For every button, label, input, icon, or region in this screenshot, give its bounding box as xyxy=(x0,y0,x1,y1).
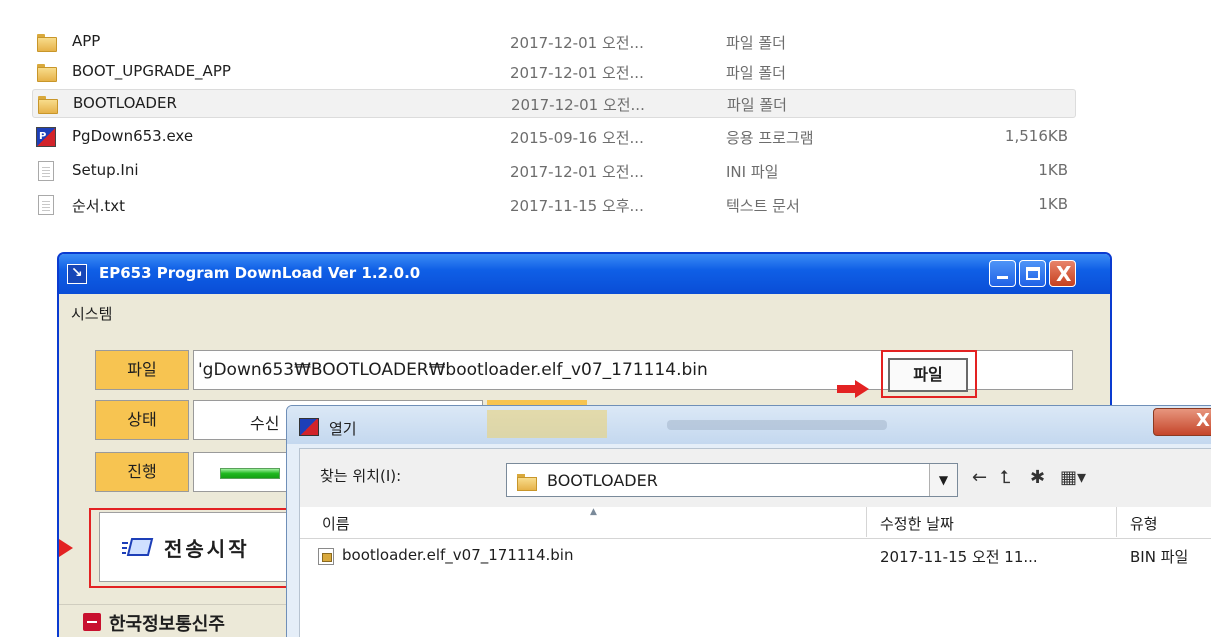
new-folder-icon[interactable]: ✱ xyxy=(1030,467,1045,488)
file-type: 파일 폴더 xyxy=(726,64,786,82)
dialog-titlebar[interactable]: 열기 X xyxy=(287,406,1211,444)
file-name: BOOT_UPGRADE_APP xyxy=(72,62,231,80)
file-type: 응용 프로그램 xyxy=(726,129,814,147)
start-transfer-label: 전송시작 xyxy=(164,537,250,561)
file-date: 2015-09-16 오전... xyxy=(510,129,644,147)
close-icon: X xyxy=(1056,262,1072,286)
dialog-title: 열기 xyxy=(329,420,357,438)
company-name: 한국정보통신주 xyxy=(109,614,225,635)
folder-icon xyxy=(36,62,57,82)
view-menu-icon[interactable]: ▦▾ xyxy=(1060,467,1086,488)
file-name: APP xyxy=(72,32,101,50)
up-folder-icon[interactable]: ⮤ xyxy=(1000,467,1011,488)
maximize-button[interactable] xyxy=(1019,260,1046,287)
arrow-right-icon xyxy=(837,380,869,398)
explorer-file-list: APP 2017-12-01 오전... 파일 폴더 BOOT_UPGRADE_… xyxy=(0,0,1211,240)
blurred-region xyxy=(667,420,887,430)
file-name: Setup.Ini xyxy=(72,161,139,179)
chevron-down-icon[interactable]: ▼ xyxy=(929,464,957,496)
folder-icon xyxy=(36,32,57,52)
file-type: 파일 폴더 xyxy=(727,96,787,114)
dialog-file-modified: 2017-11-15 오전 11... xyxy=(880,548,1038,566)
column-divider[interactable] xyxy=(866,507,867,537)
back-icon[interactable]: ← xyxy=(972,467,987,488)
file-date: 2017-11-15 오후... xyxy=(510,197,644,215)
file-date: 2017-12-01 오전... xyxy=(510,64,644,82)
minimize-button[interactable] xyxy=(989,260,1016,287)
menu-bar: 시스템 xyxy=(59,294,1110,330)
maximize-icon xyxy=(1026,267,1040,280)
arrow-right-icon xyxy=(59,539,73,557)
status-label: 상태 xyxy=(95,400,189,440)
file-row-boot-upgrade-app[interactable]: BOOT_UPGRADE_APP 2017-12-01 오전... 파일 폴더 xyxy=(32,58,1076,87)
file-type: 파일 폴더 xyxy=(726,34,786,52)
dialog-close-button[interactable]: X xyxy=(1153,408,1211,436)
column-divider[interactable] xyxy=(1116,507,1117,537)
company-logo-icon xyxy=(83,613,101,631)
blurred-region xyxy=(487,410,607,438)
column-modified[interactable]: 수정한 날짜 xyxy=(880,513,954,534)
sort-ascending-icon: ▲ xyxy=(590,507,597,517)
file-name: PgDown653.exe xyxy=(72,127,194,145)
file-type: INI 파일 xyxy=(726,163,779,181)
file-row-app[interactable]: APP 2017-12-01 오전... 파일 폴더 xyxy=(32,28,1076,57)
status-value: 수신 xyxy=(250,414,280,433)
minimize-icon xyxy=(997,276,1008,279)
bin-file-icon xyxy=(318,548,334,565)
open-file-dialog: 열기 X 찾는 위치(I): BOOTLOADER ▼ ← ⮤ ✱ ▦▾ 이름 … xyxy=(286,405,1211,637)
window-titlebar[interactable]: ↘ EP653 Program DownLoad Ver 1.2.0.0 X xyxy=(59,254,1110,294)
app-icon xyxy=(299,418,319,436)
file-size: 1KB xyxy=(1038,195,1068,213)
column-name[interactable]: 이름 xyxy=(322,513,350,534)
dialog-body: 찾는 위치(I): BOOTLOADER ▼ ← ⮤ ✱ ▦▾ 이름 ▲ 수정한… xyxy=(299,448,1211,637)
app-icon: ↘ xyxy=(67,264,87,284)
file-date: 2017-12-01 오전... xyxy=(510,34,644,52)
document-icon xyxy=(38,161,54,181)
look-in-label: 찾는 위치(I): xyxy=(320,467,402,485)
list-item[interactable]: bootloader.elf_v07_171114.bin 2017-11-15… xyxy=(300,543,1211,571)
file-date: 2017-12-01 오전... xyxy=(511,96,645,114)
column-header: 이름 ▲ 수정한 날짜 유형 xyxy=(300,507,1211,539)
close-button[interactable]: X xyxy=(1049,260,1076,287)
folder-icon xyxy=(517,472,537,491)
file-size: 1,516KB xyxy=(1004,127,1068,145)
folder-icon xyxy=(37,94,58,114)
file-row-setup-ini[interactable]: Setup.Ini 2017-12-01 오전... INI 파일 1KB xyxy=(32,157,1076,186)
progress-label: 진행 xyxy=(95,452,189,492)
file-row-bootloader[interactable]: BOOTLOADER 2017-12-01 오전... 파일 폴더 xyxy=(32,89,1076,118)
look-in-value: BOOTLOADER xyxy=(547,471,658,490)
start-transfer-button[interactable]: 전송시작 xyxy=(99,512,299,582)
file-date: 2017-12-01 오전... xyxy=(510,163,644,181)
look-in-dropdown[interactable]: BOOTLOADER ▼ xyxy=(506,463,958,497)
transfer-icon xyxy=(122,538,154,556)
close-icon: X xyxy=(1196,410,1210,431)
file-path-value: 'gDown653₩BOOTLOADER₩bootloader.elf_v07_… xyxy=(198,360,708,380)
browse-file-button[interactable]: 파일 xyxy=(888,358,968,392)
file-size: 1KB xyxy=(1038,161,1068,179)
file-type: 텍스트 문서 xyxy=(726,197,800,215)
progress-bar xyxy=(220,468,280,479)
file-row-order-txt[interactable]: 순서.txt 2017-11-15 오후... 텍스트 문서 1KB xyxy=(32,191,1076,220)
window-title: EP653 Program DownLoad Ver 1.2.0.0 xyxy=(99,264,421,282)
document-icon xyxy=(38,195,54,215)
dialog-file-type: BIN 파일 xyxy=(1130,548,1189,566)
file-row-pgdown-exe[interactable]: P PgDown653.exe 2015-09-16 오전... 응용 프로그램… xyxy=(32,123,1076,152)
file-name: BOOTLOADER xyxy=(73,94,177,112)
menu-system[interactable]: 시스템 xyxy=(71,303,112,324)
file-name: 순서.txt xyxy=(72,197,126,215)
exe-icon: P xyxy=(36,127,56,147)
file-label: 파일 xyxy=(95,350,189,390)
dialog-file-name: bootloader.elf_v07_171114.bin xyxy=(342,546,574,564)
column-type[interactable]: 유형 xyxy=(1130,513,1158,534)
dialog-file-list: bootloader.elf_v07_171114.bin 2017-11-15… xyxy=(300,539,1211,637)
